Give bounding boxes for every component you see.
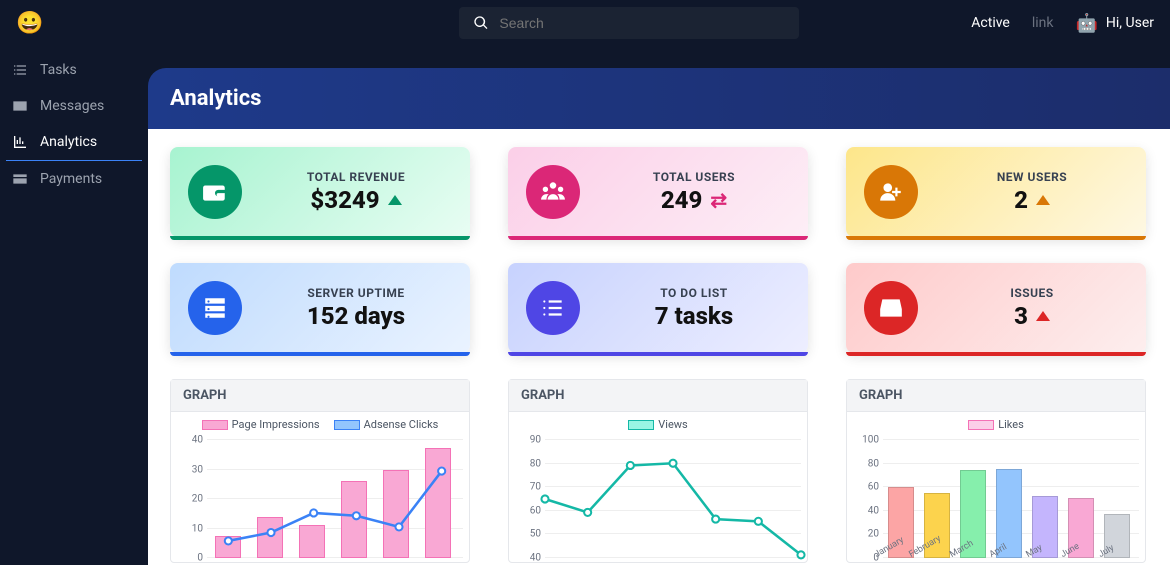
graph-card-3: GRAPH Likes 020406080100 JanuaryFebruary… xyxy=(846,379,1146,563)
card-value: 7 tasks xyxy=(655,302,733,330)
sidebar-item-label: Payments xyxy=(40,171,102,187)
card-server-uptime[interactable]: SERVER UPTIME 152 days xyxy=(170,263,470,353)
graph-title: GRAPH xyxy=(171,380,469,412)
sidebar-item-analytics[interactable]: Analytics xyxy=(6,124,142,161)
card-total-users[interactable]: TOTAL USERS 249 ⇄ xyxy=(508,147,808,237)
trend-up-icon xyxy=(1036,195,1050,205)
card-total-revenue[interactable]: TOTAL REVENUE $3249 xyxy=(170,147,470,237)
tasks-icon xyxy=(12,62,28,78)
legend-page-impressions: Page Impressions xyxy=(232,418,320,431)
users-icon xyxy=(526,165,580,219)
card-label: TOTAL REVENUE xyxy=(260,170,452,184)
greeting: Hi, User xyxy=(1106,15,1154,31)
card-value: 2 xyxy=(1014,186,1028,214)
graph-card-2: GRAPH Views 405060708090 xyxy=(508,379,808,563)
search-icon xyxy=(473,15,489,31)
graph-card-1: GRAPH Page Impressions Adsense Clicks 01… xyxy=(170,379,470,563)
swap-icon: ⇄ xyxy=(710,188,727,212)
legend-likes: Likes xyxy=(998,418,1024,431)
card-value: 3 xyxy=(1014,302,1028,330)
nav-active[interactable]: Active xyxy=(971,15,1010,31)
user-plus-icon xyxy=(864,165,918,219)
card-value: 152 days xyxy=(307,302,405,330)
card-issues[interactable]: ISSUES 3 xyxy=(846,263,1146,353)
credit-card-icon xyxy=(12,171,28,187)
inbox-icon xyxy=(864,281,918,335)
search-input[interactable] xyxy=(499,15,785,31)
server-icon xyxy=(188,281,242,335)
page-title: Analytics xyxy=(170,86,1148,111)
user-menu[interactable]: 🤖 Hi, User xyxy=(1075,13,1154,34)
sidebar-item-tasks[interactable]: Tasks xyxy=(0,52,148,88)
sidebar-item-label: Tasks xyxy=(40,62,77,78)
card-value: 249 xyxy=(661,186,703,214)
card-todo-list[interactable]: TO DO LIST 7 tasks xyxy=(508,263,808,353)
sidebar-item-payments[interactable]: Payments xyxy=(0,161,148,197)
search-bar[interactable] xyxy=(459,7,799,39)
wallet-icon xyxy=(188,165,242,219)
sidebar-item-label: Analytics xyxy=(40,134,97,150)
card-value: $3249 xyxy=(310,186,379,214)
nav-link[interactable]: link xyxy=(1032,15,1054,31)
card-label: TO DO LIST xyxy=(598,286,790,300)
trend-up-icon xyxy=(388,195,402,205)
page-header: Analytics xyxy=(148,68,1170,129)
card-new-users[interactable]: NEW USERS 2 xyxy=(846,147,1146,237)
envelope-icon xyxy=(12,98,28,114)
card-label: SERVER UPTIME xyxy=(260,286,452,300)
graph-title: GRAPH xyxy=(847,380,1145,412)
graph-title: GRAPH xyxy=(509,380,807,412)
list-icon xyxy=(526,281,580,335)
trend-up-icon xyxy=(1036,311,1050,321)
chart-icon xyxy=(12,134,28,150)
card-label: TOTAL USERS xyxy=(598,170,790,184)
card-label: ISSUES xyxy=(936,286,1128,300)
sidebar-item-messages[interactable]: Messages xyxy=(0,88,148,124)
logo-icon: 😀 xyxy=(16,11,43,36)
legend-adsense-clicks: Adsense Clicks xyxy=(364,418,439,431)
sidebar-item-label: Messages xyxy=(40,98,104,114)
avatar: 🤖 xyxy=(1075,13,1097,34)
card-label: NEW USERS xyxy=(936,170,1128,184)
legend-views: Views xyxy=(658,418,687,431)
